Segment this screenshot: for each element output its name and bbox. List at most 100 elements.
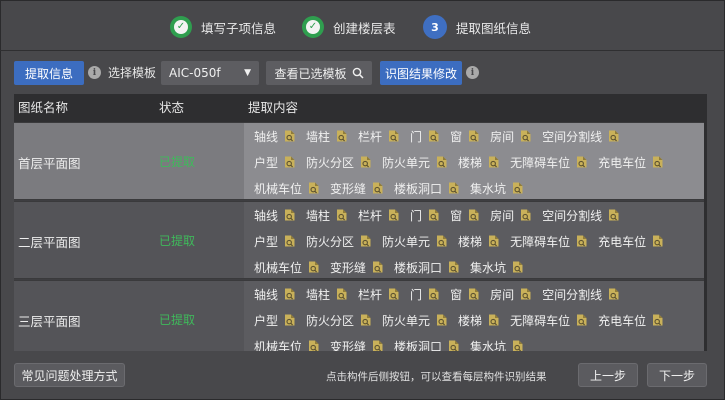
view-result-icon[interactable]: [284, 130, 295, 142]
view-result-icon[interactable]: [428, 130, 439, 142]
status-text: 已提取: [159, 313, 196, 327]
view-result-icon[interactable]: [488, 314, 499, 326]
info-icon[interactable]: i: [88, 66, 101, 79]
component-item: 集水坑: [470, 180, 523, 197]
view-result-icon[interactable]: [436, 156, 447, 168]
component-item: 窗: [450, 128, 479, 145]
component-label: 窗: [450, 129, 463, 144]
view-result-icon[interactable]: [436, 235, 447, 247]
drawing-name-cell[interactable]: 三层平面图 已提取: [14, 280, 244, 351]
view-result-icon[interactable]: [448, 261, 459, 273]
view-result-icon[interactable]: [488, 235, 499, 247]
drawing-name: 首层平面图: [18, 156, 81, 171]
component-item: 空间分割线: [542, 207, 619, 224]
component-item: 栏杆: [358, 286, 399, 303]
view-result-icon[interactable]: [372, 261, 383, 273]
component-label: 空间分割线: [542, 208, 603, 223]
view-result-icon[interactable]: [520, 288, 531, 300]
view-result-icon[interactable]: [576, 235, 587, 247]
component-item: 楼梯: [458, 312, 499, 329]
faq-button[interactable]: 常见问题处理方式: [14, 363, 125, 387]
view-result-icon[interactable]: [512, 340, 523, 351]
view-result-icon[interactable]: [388, 130, 399, 142]
extract-info-button[interactable]: 提取信息: [14, 61, 84, 85]
table-row[interactable]: 三层平面图 已提取 轴线 墙柱 栏杆 门 窗 房间 空间分割线 户型 防火分区 防火单元 楼梯 无障碍车位…: [14, 280, 707, 351]
component-label: 防火单元: [382, 313, 431, 328]
view-result-icon[interactable]: [308, 340, 319, 351]
view-result-icon[interactable]: [372, 340, 383, 351]
view-result-icon[interactable]: [652, 156, 663, 168]
view-result-icon[interactable]: [608, 288, 619, 300]
drawing-name: 三层平面图: [18, 314, 81, 329]
view-result-icon[interactable]: [336, 130, 347, 142]
view-result-icon[interactable]: [428, 209, 439, 221]
view-result-icon[interactable]: [512, 182, 523, 194]
view-selected-template-button[interactable]: 查看已选模板: [266, 61, 372, 85]
view-result-icon[interactable]: [520, 130, 531, 142]
view-result-icon[interactable]: [652, 235, 663, 247]
view-result-icon[interactable]: [576, 156, 587, 168]
view-result-icon[interactable]: [448, 182, 459, 194]
info-icon[interactable]: i: [466, 66, 479, 79]
view-result-icon[interactable]: [284, 209, 295, 221]
component-label: 机械车位: [254, 260, 303, 275]
check-circle-icon: ✓: [302, 16, 324, 38]
view-result-icon[interactable]: [360, 314, 371, 326]
view-result-icon[interactable]: [652, 314, 663, 326]
view-result-icon[interactable]: [428, 288, 439, 300]
component-label: 墙柱: [306, 208, 331, 223]
view-result-icon[interactable]: [284, 156, 295, 168]
view-result-icon[interactable]: [336, 288, 347, 300]
template-select[interactable]: AIC-050f ▼: [161, 61, 259, 85]
step-number-badge: 3: [423, 15, 447, 39]
component-label: 无障碍车位: [510, 234, 571, 249]
component-item: 充电车位: [598, 154, 663, 171]
view-result-icon[interactable]: [520, 209, 531, 221]
view-result-icon[interactable]: [388, 209, 399, 221]
status-text: 已提取: [159, 234, 196, 248]
component-item: 变形缝: [330, 338, 383, 351]
modify-recognition-result-button[interactable]: 识图结果修改: [380, 61, 462, 85]
drawing-name-cell[interactable]: 首层平面图 已提取: [14, 122, 244, 199]
table-scrollbar[interactable]: [704, 122, 707, 351]
view-result-icon[interactable]: [436, 314, 447, 326]
component-item: 防火分区: [306, 154, 371, 171]
component-label: 轴线: [254, 208, 279, 223]
content-line: 户型 防火分区 防火单元 楼梯 无障碍车位 充电车位: [254, 311, 674, 329]
view-result-icon[interactable]: [308, 182, 319, 194]
component-label: 无障碍车位: [510, 313, 571, 328]
view-result-icon[interactable]: [284, 314, 295, 326]
view-result-icon[interactable]: [608, 209, 619, 221]
content-line: 机械车位 变形缝 楼板洞口 集水坑: [254, 258, 534, 276]
view-result-icon[interactable]: [608, 130, 619, 142]
component-label: 机械车位: [254, 181, 303, 196]
view-result-icon[interactable]: [468, 130, 479, 142]
component-label: 防火单元: [382, 234, 431, 249]
component-label: 户型: [254, 313, 279, 328]
component-label: 楼梯: [458, 313, 483, 328]
view-result-icon[interactable]: [448, 340, 459, 351]
view-result-icon[interactable]: [488, 156, 499, 168]
drawing-name-cell[interactable]: 二层平面图 已提取: [14, 201, 244, 278]
template-label: 选择模板: [108, 66, 157, 80]
view-result-icon[interactable]: [468, 209, 479, 221]
view-result-icon[interactable]: [308, 261, 319, 273]
view-result-icon[interactable]: [360, 235, 371, 247]
table-row[interactable]: 二层平面图 已提取 轴线 墙柱 栏杆 门 窗 房间 空间分割线 户型 防火分区 防火单元 楼梯 无障碍车位…: [14, 201, 707, 279]
view-result-icon[interactable]: [336, 209, 347, 221]
component-item: 楼板洞口: [394, 338, 459, 351]
view-result-icon[interactable]: [388, 288, 399, 300]
table-row[interactable]: 首层平面图 已提取 轴线 墙柱 栏杆 门 窗 房间 空间分割线 户型 防火分区 防火单元 楼梯 无障碍车位…: [14, 122, 707, 200]
view-result-icon[interactable]: [360, 156, 371, 168]
view-result-icon[interactable]: [284, 235, 295, 247]
check-circle-icon: ✓: [170, 16, 192, 38]
view-result-icon[interactable]: [512, 261, 523, 273]
next-step-button[interactable]: 下一步: [647, 363, 707, 387]
component-label: 户型: [254, 155, 279, 170]
view-result-icon[interactable]: [468, 288, 479, 300]
component-label: 窗: [450, 287, 463, 302]
previous-step-button[interactable]: 上一步: [578, 363, 638, 387]
view-result-icon[interactable]: [284, 288, 295, 300]
view-result-icon[interactable]: [372, 182, 383, 194]
view-result-icon[interactable]: [576, 314, 587, 326]
